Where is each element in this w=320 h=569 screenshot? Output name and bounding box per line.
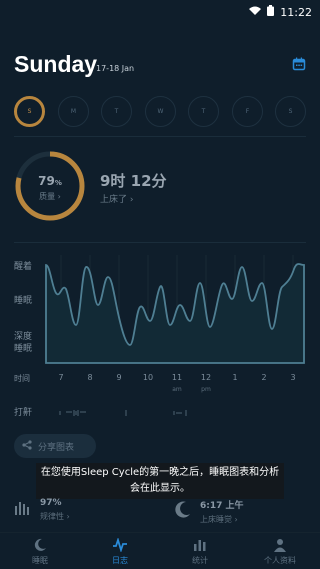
- tab-bar: 睡眠 日志 统计 个人资料: [0, 532, 320, 569]
- x-tick: 10: [142, 373, 154, 382]
- stats-row: 97% 规律性 › 6:17 上午 上床睡觉 ›: [14, 498, 306, 528]
- day-monday[interactable]: M: [58, 96, 89, 127]
- day-sunday[interactable]: S: [14, 96, 45, 127]
- day-saturday[interactable]: S: [275, 96, 306, 127]
- snore-label: 打鼾: [14, 408, 33, 418]
- bedtime-stat[interactable]: 6:17 上午 上床睡觉 ›: [174, 498, 244, 525]
- x-tick: 8: [87, 373, 93, 382]
- tab-label: 统计: [192, 556, 208, 565]
- divider: [14, 136, 306, 137]
- tab-journal[interactable]: 日志: [80, 537, 160, 566]
- moon-icon: [175, 501, 190, 518]
- x-tick: 3: [290, 373, 296, 382]
- regularity-stat[interactable]: 97% 规律性 ›: [14, 498, 70, 522]
- tab-profile[interactable]: 个人资料: [240, 537, 320, 566]
- page-header: Sunday 17-18 Jan: [14, 48, 306, 82]
- x-tick: 1: [232, 373, 238, 382]
- x-tick: 9: [116, 373, 122, 382]
- page-title: Sunday: [14, 51, 98, 77]
- moon-icon: [0, 537, 80, 553]
- status-bar: 11:22: [0, 0, 320, 24]
- tab-sleep[interactable]: 睡眠: [0, 537, 80, 566]
- x-tick: 2: [261, 373, 267, 382]
- share-label: 分享图表: [38, 442, 75, 453]
- divider: [14, 242, 306, 243]
- x-tick: 11: [171, 373, 183, 382]
- bars-icon: [15, 502, 29, 515]
- week-selector: S M T W T F S: [14, 96, 306, 128]
- tab-label: 个人资料: [264, 556, 296, 565]
- x-sub-am: am: [172, 386, 182, 393]
- sleep-curve: [45, 263, 305, 364]
- y-label-deep: 深度 睡眠: [14, 332, 33, 354]
- quality-ring[interactable]: 79% 质量 ›: [14, 150, 86, 222]
- snore-track: [56, 404, 216, 423]
- sleep-summary: 79% 质量 › 9时 12分 上床了 ›: [14, 150, 306, 230]
- date-range: 17-18 Jan: [96, 64, 135, 73]
- pulse-icon: [80, 537, 160, 553]
- quality-label: 质量 ›: [39, 192, 61, 201]
- day-wednesday[interactable]: W: [145, 96, 176, 127]
- battery-icon: [267, 5, 275, 19]
- status-time: 11:22: [280, 5, 312, 19]
- person-icon: [240, 537, 320, 553]
- sleep-graph: 醒着 睡眠 深度 睡眠 时间 7 8 9 10 11 12 1 2 3 am p…: [14, 255, 306, 395]
- calendar-icon[interactable]: [292, 56, 306, 71]
- regularity-value: 97%: [40, 498, 62, 508]
- day-friday[interactable]: F: [232, 96, 263, 127]
- day-thursday[interactable]: T: [188, 96, 219, 127]
- info-toast: 在您使用Sleep Cycle的第一晚之后，睡眠图表和分析会在此显示。: [36, 463, 284, 499]
- sleep-duration: 9时 12分: [100, 172, 167, 190]
- bar-chart-icon: [160, 537, 240, 553]
- x-tick: 12: [200, 373, 212, 382]
- regularity-label: 规律性 ›: [40, 512, 70, 521]
- quality-value: 79%: [38, 174, 62, 188]
- tab-statistics[interactable]: 统计: [160, 537, 240, 566]
- x-axis-label: 时间: [14, 374, 30, 383]
- x-sub-pm: pm: [201, 386, 211, 393]
- wifi-icon: [249, 6, 262, 19]
- day-tuesday[interactable]: T: [101, 96, 132, 127]
- tab-label: 日志: [112, 556, 128, 565]
- y-label-awake: 醒着: [14, 262, 33, 272]
- bedtime-value: 6:17 上午: [200, 501, 244, 511]
- y-label-sleep: 睡眠: [14, 296, 33, 306]
- tab-label: 睡眠: [32, 556, 48, 565]
- bed-time-link[interactable]: 上床了 ›: [100, 192, 133, 205]
- bedtime-label: 上床睡觉 ›: [200, 515, 238, 524]
- x-tick: 7: [58, 373, 64, 382]
- share-chart-button[interactable]: 分享图表: [14, 434, 96, 458]
- share-icon: [22, 439, 32, 453]
